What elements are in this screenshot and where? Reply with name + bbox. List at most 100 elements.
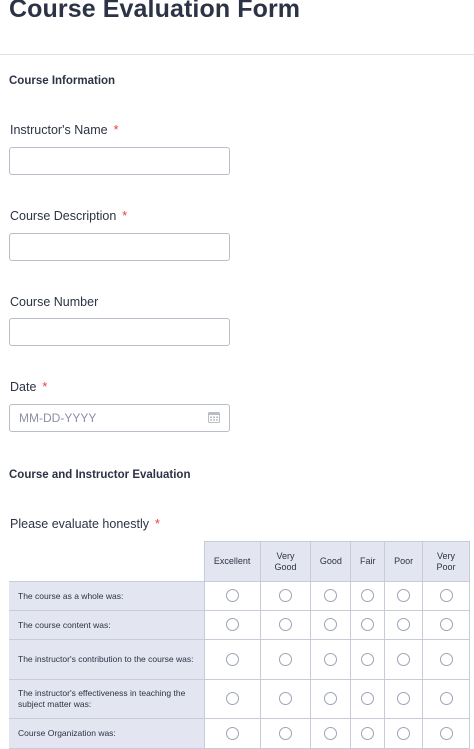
radio-circle-icon[interactable] <box>361 692 375 706</box>
radio-cell[interactable] <box>350 639 386 680</box>
instructors-name-label-text: Instructor's Name <box>10 123 108 137</box>
matrix-row-label: The course as a whole was: <box>9 581 205 611</box>
title-divider <box>0 54 474 55</box>
radio-circle-icon[interactable] <box>397 618 411 632</box>
required-asterisk: * <box>122 209 128 223</box>
radio-circle-icon[interactable] <box>361 618 375 632</box>
radio-cell[interactable] <box>203 639 261 680</box>
radio-circle-icon[interactable] <box>278 652 292 666</box>
radio-cell[interactable] <box>310 718 352 749</box>
radio-circle-icon[interactable] <box>439 618 453 632</box>
page-title: Course Evaluation Form <box>9 0 301 23</box>
course-description-input[interactable] <box>9 233 230 261</box>
course-description-label-text: Course Description <box>10 209 117 223</box>
radio-circle-icon[interactable] <box>361 726 375 740</box>
radio-cell[interactable] <box>422 610 470 640</box>
radio-circle-icon[interactable] <box>397 692 411 706</box>
radio-cell[interactable] <box>384 639 424 680</box>
radio-cell[interactable] <box>203 581 261 611</box>
radio-circle-icon[interactable] <box>397 589 411 603</box>
course-number-label: Course Number <box>10 295 98 309</box>
course-number-input[interactable] <box>9 318 230 346</box>
radio-circle-icon[interactable] <box>439 652 453 666</box>
required-asterisk: * <box>113 123 119 137</box>
matrix-row: The course as a whole was: <box>9 581 470 611</box>
matrix-row-label: Course Organization was: <box>9 718 205 749</box>
course-number-label-text: Course Number <box>10 295 99 309</box>
radio-cell[interactable] <box>310 639 352 680</box>
radio-circle-icon[interactable] <box>225 692 239 706</box>
radio-cell[interactable] <box>259 581 312 611</box>
matrix-row: The instructor's effectiveness in teachi… <box>9 679 470 719</box>
radio-cell[interactable] <box>384 718 424 749</box>
radio-circle-icon[interactable] <box>397 726 411 740</box>
radio-cell[interactable] <box>350 679 386 719</box>
date-label-text: Date <box>10 380 37 394</box>
radio-cell[interactable] <box>203 610 261 640</box>
radio-circle-icon[interactable] <box>361 589 375 603</box>
calendar-icon[interactable] <box>208 412 220 423</box>
radio-cell[interactable] <box>259 718 312 749</box>
radio-cell[interactable] <box>350 581 386 611</box>
date-label: Date * <box>10 380 47 394</box>
radio-cell[interactable] <box>203 718 261 749</box>
radio-circle-icon[interactable] <box>278 618 292 632</box>
radio-cell[interactable] <box>310 679 352 719</box>
radio-cell[interactable] <box>350 718 386 749</box>
column-header-very-good: Very Good <box>259 541 312 582</box>
radio-cell[interactable] <box>422 718 470 749</box>
radio-cell[interactable] <box>203 679 261 719</box>
column-header-very-good-text: Very Good <box>274 550 297 572</box>
radio-circle-icon[interactable] <box>439 726 453 740</box>
radio-cell[interactable] <box>422 639 470 680</box>
radio-circle-icon[interactable] <box>361 652 375 666</box>
date-input[interactable] <box>9 404 230 432</box>
radio-cell[interactable] <box>422 581 470 611</box>
radio-cell[interactable] <box>259 610 312 640</box>
radio-circle-icon[interactable] <box>439 692 453 706</box>
radio-cell[interactable] <box>384 610 424 640</box>
radio-cell[interactable] <box>384 679 424 719</box>
radio-circle-icon[interactable] <box>439 589 453 603</box>
matrix-row: Course Organization was: <box>9 718 470 749</box>
radio-cell[interactable] <box>310 610 352 640</box>
radio-cell[interactable] <box>422 679 470 719</box>
matrix-row: The instructor's contribution to the cou… <box>9 639 470 680</box>
evaluate-honestly-label: Please evaluate honestly * <box>10 517 160 531</box>
section-heading-course-instructor-evaluation: Course and Instructor Evaluation <box>9 469 191 481</box>
instructors-name-input[interactable] <box>9 147 230 175</box>
radio-cell[interactable] <box>310 581 352 611</box>
radio-circle-icon[interactable] <box>324 618 338 632</box>
radio-circle-icon[interactable] <box>324 692 338 706</box>
column-header-very-poor: Very Poor <box>422 541 470 582</box>
matrix-row-label: The instructor's contribution to the cou… <box>9 639 205 680</box>
radio-circle-icon[interactable] <box>397 652 411 666</box>
radio-circle-icon[interactable] <box>278 692 292 706</box>
evaluate-honestly-label-text: Please evaluate honestly <box>10 517 149 531</box>
radio-circle-icon[interactable] <box>324 726 338 740</box>
required-asterisk: * <box>42 380 48 394</box>
radio-circle-icon[interactable] <box>278 589 292 603</box>
radio-circle-icon[interactable] <box>324 652 338 666</box>
radio-circle-icon[interactable] <box>225 726 239 740</box>
instructors-name-label: Instructor's Name * <box>10 123 118 137</box>
radio-circle-icon[interactable] <box>225 589 239 603</box>
matrix-row-label: The instructor's effectiveness in teachi… <box>9 679 205 719</box>
column-header-fair: Fair <box>350 541 386 582</box>
column-header-good: Good <box>310 541 352 582</box>
matrix-row: The course content was: <box>9 610 470 640</box>
radio-cell[interactable] <box>384 581 424 611</box>
matrix-corner <box>9 541 205 582</box>
radio-circle-icon[interactable] <box>324 589 338 603</box>
evaluation-matrix: Excellent Very Good Good Fair Poor Very … <box>9 541 470 749</box>
required-asterisk: * <box>154 517 160 531</box>
column-header-excellent: Excellent <box>203 541 261 582</box>
radio-circle-icon[interactable] <box>225 618 239 632</box>
radio-cell[interactable] <box>259 679 312 719</box>
radio-cell[interactable] <box>350 610 386 640</box>
radio-cell[interactable] <box>259 639 312 680</box>
section-heading-course-information: Course Information <box>9 75 116 87</box>
radio-circle-icon[interactable] <box>278 726 292 740</box>
matrix-row-label: The course content was: <box>9 610 205 640</box>
radio-circle-icon[interactable] <box>225 652 239 666</box>
